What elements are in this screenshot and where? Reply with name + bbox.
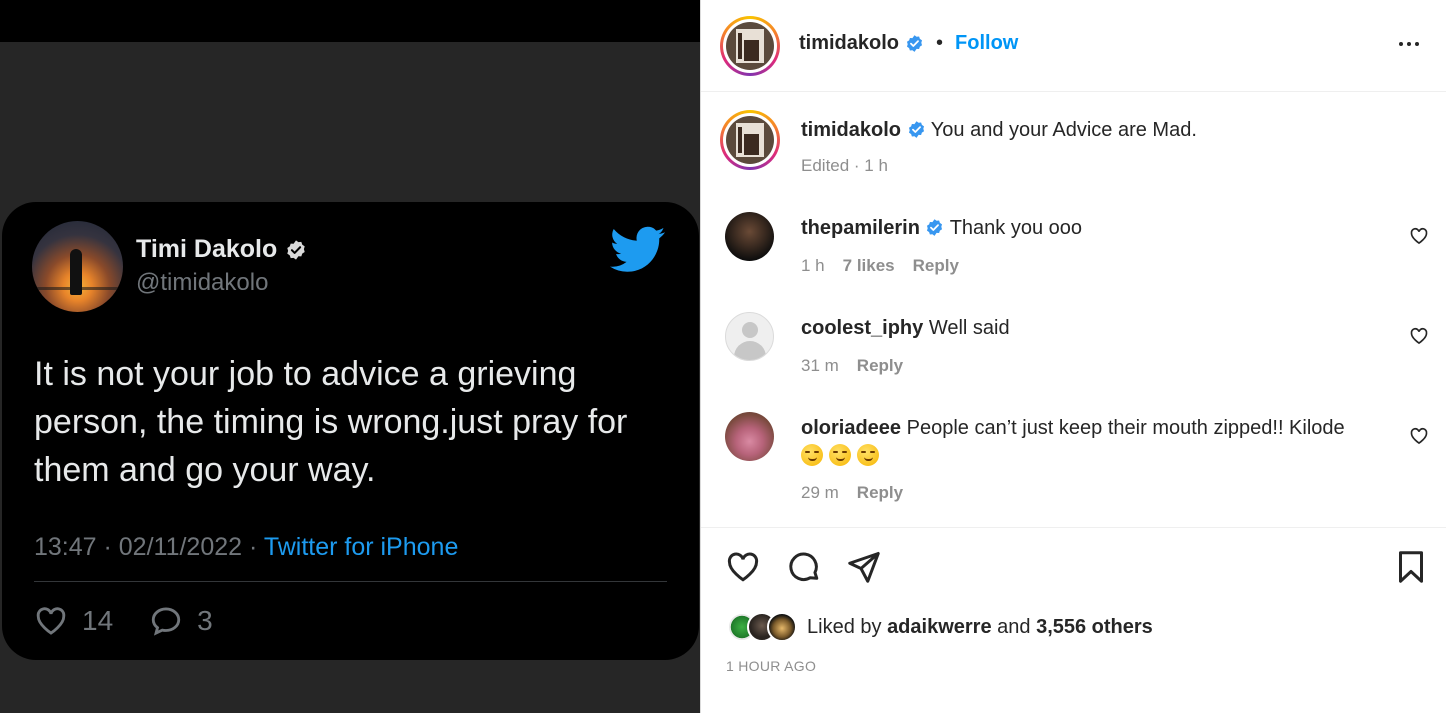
tweet-divider bbox=[34, 581, 667, 582]
comment-like-count[interactable]: 7 likes bbox=[843, 256, 895, 276]
liked-by-and: and bbox=[997, 615, 1031, 638]
heart-icon bbox=[36, 607, 66, 635]
liked-by-prefix: Liked by bbox=[807, 615, 882, 638]
smiling-emoji-icon bbox=[801, 444, 823, 466]
tweet-reply-stat: 3 bbox=[149, 604, 213, 638]
tweet-stats: 14 3 bbox=[34, 604, 249, 638]
liked-by-text: Liked by adaikwerre and 3,556 others bbox=[807, 616, 1153, 639]
caption-edited-time: Edited · 1 h bbox=[801, 156, 888, 175]
header-author-block: timidakolo • Follow bbox=[799, 32, 1018, 55]
tweet-reply-count: 3 bbox=[197, 605, 213, 636]
comment-time: 1 h bbox=[801, 256, 825, 275]
commenter-avatar[interactable] bbox=[725, 212, 774, 261]
comment-username[interactable]: oloriadeee bbox=[801, 417, 901, 439]
comment-meta: 29 m Reply bbox=[801, 483, 903, 503]
tweet-author: Timi Dakolo bbox=[136, 235, 307, 264]
liked-by-others[interactable]: 3,556 others bbox=[1036, 616, 1153, 638]
caption-username[interactable]: timidakolo bbox=[801, 119, 901, 141]
verified-badge-icon bbox=[927, 219, 943, 236]
header-separator: • bbox=[936, 32, 944, 54]
post-header: timidakolo • Follow bbox=[701, 0, 1446, 92]
like-heart-icon[interactable] bbox=[725, 549, 761, 585]
verified-badge-icon bbox=[287, 239, 305, 260]
comment-meta: 31 m Reply bbox=[801, 356, 903, 376]
actions-divider bbox=[701, 527, 1446, 528]
comment-item: thepamilerin Thank you ooo 1 h 7 likes R… bbox=[701, 206, 1446, 296]
caption-meta: Edited · 1 h bbox=[801, 156, 888, 176]
post-caption: timidakolo You and your Advice are Mad. … bbox=[701, 108, 1446, 188]
tweet-source: Twitter for iPhone bbox=[263, 533, 459, 561]
comment-text: Thank you ooo bbox=[949, 217, 1083, 239]
smiling-emoji-icon bbox=[857, 444, 879, 466]
verified-badge-icon bbox=[908, 121, 924, 138]
twitter-bird-icon bbox=[610, 226, 666, 272]
comment-username[interactable]: coolest_iphy bbox=[801, 317, 923, 339]
tweet-avatar bbox=[32, 221, 123, 312]
author-avatar[interactable] bbox=[720, 16, 780, 76]
share-icon[interactable] bbox=[846, 549, 882, 585]
caption-text-line: timidakolo You and your Advice are Mad. bbox=[801, 116, 1391, 144]
comment-icon[interactable] bbox=[786, 549, 822, 585]
comment-text-line: coolest_iphy Well said bbox=[801, 314, 1391, 342]
likes-summary: Liked by adaikwerre and 3,556 others bbox=[727, 610, 1153, 644]
comment-username[interactable]: thepamilerin bbox=[801, 217, 920, 239]
liker-avatar[interactable] bbox=[767, 612, 797, 642]
tweet-like-stat: 14 bbox=[34, 604, 113, 638]
comment-text-line: oloriadeee People can’t just keep their … bbox=[801, 414, 1391, 470]
tweet-meta: 13:47 · 02/11/2022 · Twitter for iPhone bbox=[34, 533, 458, 562]
follow-button[interactable]: Follow bbox=[955, 32, 1018, 55]
caption-author-avatar[interactable] bbox=[720, 110, 780, 170]
comment-item: oloriadeee People can’t just keep their … bbox=[701, 406, 1446, 516]
tweet-handle: @timidakolo bbox=[136, 269, 269, 296]
comment-text-line: thepamilerin Thank you ooo bbox=[801, 214, 1391, 242]
commenter-avatar[interactable] bbox=[725, 412, 774, 461]
verified-badge-icon bbox=[906, 35, 923, 52]
comment-item: coolest_iphy Well said 31 m Reply bbox=[701, 306, 1446, 396]
tweet-timestamp: 13:47 · 02/11/2022 · bbox=[34, 533, 264, 561]
commenter-avatar[interactable] bbox=[725, 312, 774, 361]
post-timestamp[interactable]: 1 HOUR AGO bbox=[726, 658, 816, 674]
reply-button[interactable]: Reply bbox=[857, 483, 903, 503]
comment-time: 29 m bbox=[801, 483, 839, 502]
bookmark-icon[interactable] bbox=[1393, 549, 1429, 585]
comment-text: Well said bbox=[928, 317, 1010, 339]
instagram-post-panel: timidakolo • Follow timidakolo You and y… bbox=[700, 0, 1446, 713]
tweet-author-name: Timi Dakolo bbox=[136, 235, 278, 263]
comment-meta: 1 h 7 likes Reply bbox=[801, 256, 959, 276]
tweet-like-count: 14 bbox=[82, 605, 114, 636]
tweet-screenshot-image: Timi Dakolo @timidakolo It is not your j… bbox=[0, 0, 700, 713]
comment-time: 31 m bbox=[801, 356, 839, 375]
header-username[interactable]: timidakolo bbox=[799, 32, 899, 55]
comment-text: People can’t just keep their mouth zippe… bbox=[906, 417, 1345, 439]
reply-button[interactable]: Reply bbox=[857, 356, 903, 376]
caption-text: You and your Advice are Mad. bbox=[930, 119, 1197, 141]
smiling-emoji-icon bbox=[829, 444, 851, 466]
heart-icon[interactable] bbox=[1409, 326, 1429, 346]
more-options-icon[interactable] bbox=[1395, 30, 1423, 58]
liked-by-user[interactable]: adaikwerre bbox=[887, 616, 992, 638]
image-top-bar bbox=[0, 0, 700, 42]
comment-icon bbox=[151, 607, 181, 636]
heart-icon[interactable] bbox=[1409, 426, 1429, 446]
heart-icon[interactable] bbox=[1409, 226, 1429, 246]
reply-button[interactable]: Reply bbox=[913, 256, 959, 276]
tweet-text: It is not your job to advice a grieving … bbox=[34, 355, 628, 489]
